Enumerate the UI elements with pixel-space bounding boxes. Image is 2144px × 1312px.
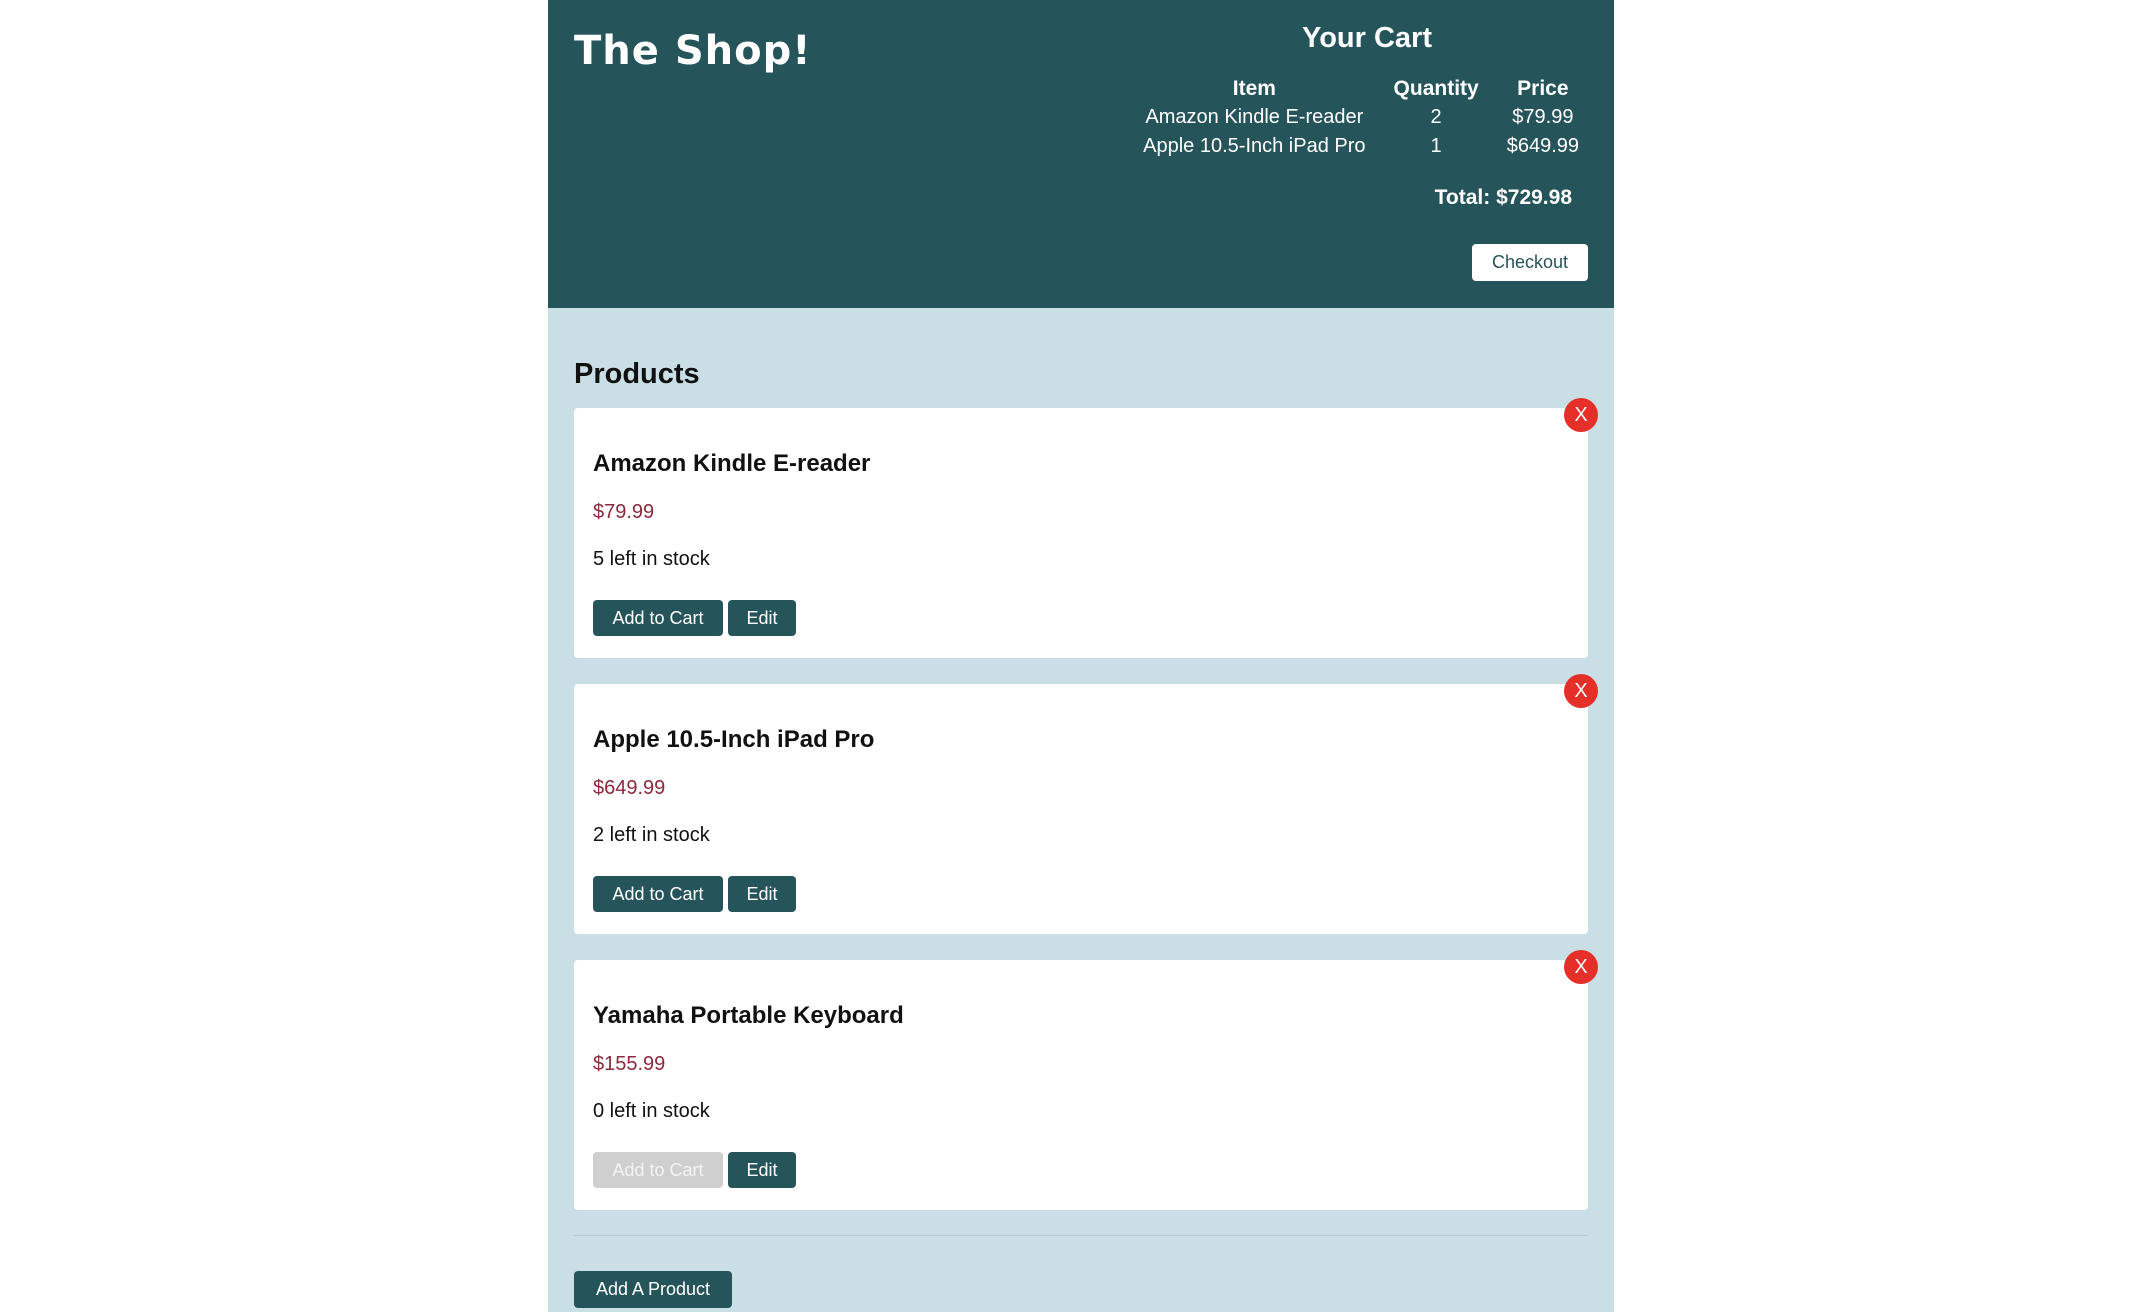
delete-product-button[interactable]: X (1564, 950, 1598, 984)
site-logo[interactable]: The Shop! (574, 28, 811, 74)
edit-button[interactable]: Edit (728, 1152, 796, 1188)
cart-row: Apple 10.5-Inch iPad Pro 1 $649.99 (1139, 132, 1583, 161)
cart-total: Total: $729.98 (1434, 186, 1572, 209)
cart-column-item: Item (1232, 77, 1276, 100)
divider (574, 1235, 1588, 1236)
edit-button[interactable]: Edit (728, 600, 796, 636)
product-price: $649.99 (593, 777, 666, 799)
checkout-button[interactable]: Checkout (1472, 244, 1588, 281)
delete-product-button[interactable]: X (1564, 398, 1598, 432)
cart-item-quantity: 1 (1430, 135, 1442, 157)
add-product-button[interactable]: Add A Product (574, 1271, 732, 1308)
product-card: Amazon Kindle E-reader $79.99 5 left in … (574, 398, 1598, 658)
cart-item-name: Apple 10.5-Inch iPad Pro (1143, 135, 1366, 157)
cart-column-price: Price (1517, 77, 1569, 100)
product-actions: Add to Cart Edit (593, 600, 796, 636)
cart-column-quantity: Quantity (1393, 77, 1479, 100)
cart-table: Item Quantity Price Amazon Kindle E-read… (1139, 74, 1583, 161)
cart-item-price: $649.99 (1506, 135, 1579, 157)
product-actions: Add to Cart Edit (593, 1152, 796, 1188)
edit-button[interactable]: Edit (728, 876, 796, 912)
product-price: $79.99 (593, 501, 655, 523)
add-to-cart-button[interactable]: Add to Cart (593, 600, 723, 636)
cart-item-quantity: 2 (1430, 106, 1442, 128)
product-stock: 0 left in stock (593, 1100, 710, 1122)
site-header: The Shop! Your Cart Item Quantity Price … (548, 0, 1614, 308)
cart-title: Your Cart (1302, 22, 1432, 54)
add-to-cart-button-disabled: Add to Cart (593, 1152, 723, 1188)
product-name: Apple 10.5-Inch iPad Pro (593, 726, 875, 753)
product-price: $155.99 (593, 1053, 666, 1075)
product-stock: 2 left in stock (593, 824, 710, 846)
product-card: Apple 10.5-Inch iPad Pro $649.99 2 left … (574, 674, 1598, 934)
cart-item-name: Amazon Kindle E-reader (1145, 106, 1364, 128)
add-to-cart-button[interactable]: Add to Cart (593, 876, 723, 912)
product-card: Yamaha Portable Keyboard $155.99 0 left … (574, 950, 1598, 1210)
product-stock: 5 left in stock (593, 548, 710, 570)
product-name: Amazon Kindle E-reader (593, 450, 871, 477)
cart-header-row: Item Quantity Price (1139, 74, 1583, 103)
cart-row: Amazon Kindle E-reader 2 $79.99 (1139, 103, 1583, 132)
cart-item-price: $79.99 (1512, 106, 1574, 128)
product-actions: Add to Cart Edit (593, 876, 796, 912)
product-name: Yamaha Portable Keyboard (593, 1002, 904, 1029)
delete-product-button[interactable]: X (1564, 674, 1598, 708)
products-heading: Products (574, 358, 700, 390)
app-container: The Shop! Your Cart Item Quantity Price … (548, 0, 1614, 1312)
